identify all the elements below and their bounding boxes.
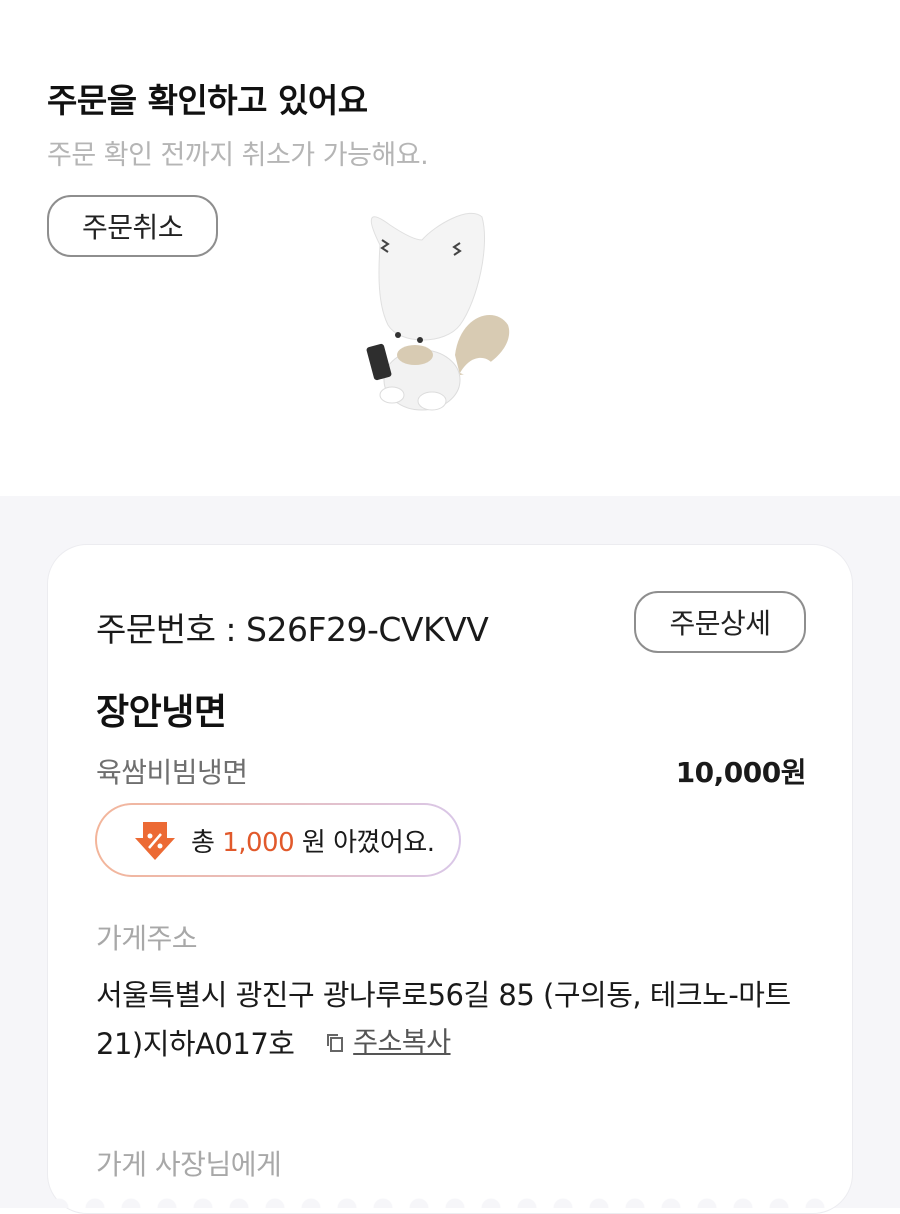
store-name: 장안냉면 [96,692,227,733]
savings-prefix: 총 [191,827,223,858]
card-edge-scallop [47,1188,853,1208]
copy-address-label: 주소복사 [353,1027,451,1058]
savings-text: 총 1,000 원 아꼈어요. [191,822,435,859]
menu-item-name: 육쌈비빔냉면 [96,756,248,789]
store-address-label: 가게주소 [96,922,198,955]
status-title: 주문을 확인하고 있어요 [47,81,368,120]
mascot-fox-icon [366,212,510,411]
order-number: 주문번호 : S26F29-CVKVV [96,610,489,649]
order-card: 주문번호 : S26F29-CVKVV 주문상세 장안냉면 육쌈비빔냉면 10,… [47,544,853,1214]
status-subtitle: 주문 확인 전까지 취소가 가능해요. [47,140,429,171]
cancel-order-button[interactable]: 주문취소 [47,195,218,257]
order-detail-button[interactable]: 주문상세 [634,591,806,653]
savings-badge: 총 1,000 원 아꼈어요. [95,803,461,877]
owner-request-label: 가게 사장님에게 [96,1148,282,1181]
store-address: 서울특별시 광진구 광나루로56길 85 (구의동, 테크노-마트21)지하A0… [96,971,816,1068]
savings-suffix: 원 아꼈어요. [294,827,435,858]
menu-item-price: 10,000원 [675,756,807,789]
order-detail-section: 주문번호 : S26F29-CVKVV 주문상세 장안냉면 육쌈비빔냉면 10,… [0,496,900,1214]
order-status-section: 주문을 확인하고 있어요 주문 확인 전까지 취소가 가능해요. 주문취소 [0,0,900,496]
copy-address-button[interactable]: 주소복사 [325,1019,451,1067]
discount-arrow-icon [135,822,175,860]
savings-amount: 1,000 [222,827,295,858]
copy-icon [327,1034,344,1052]
